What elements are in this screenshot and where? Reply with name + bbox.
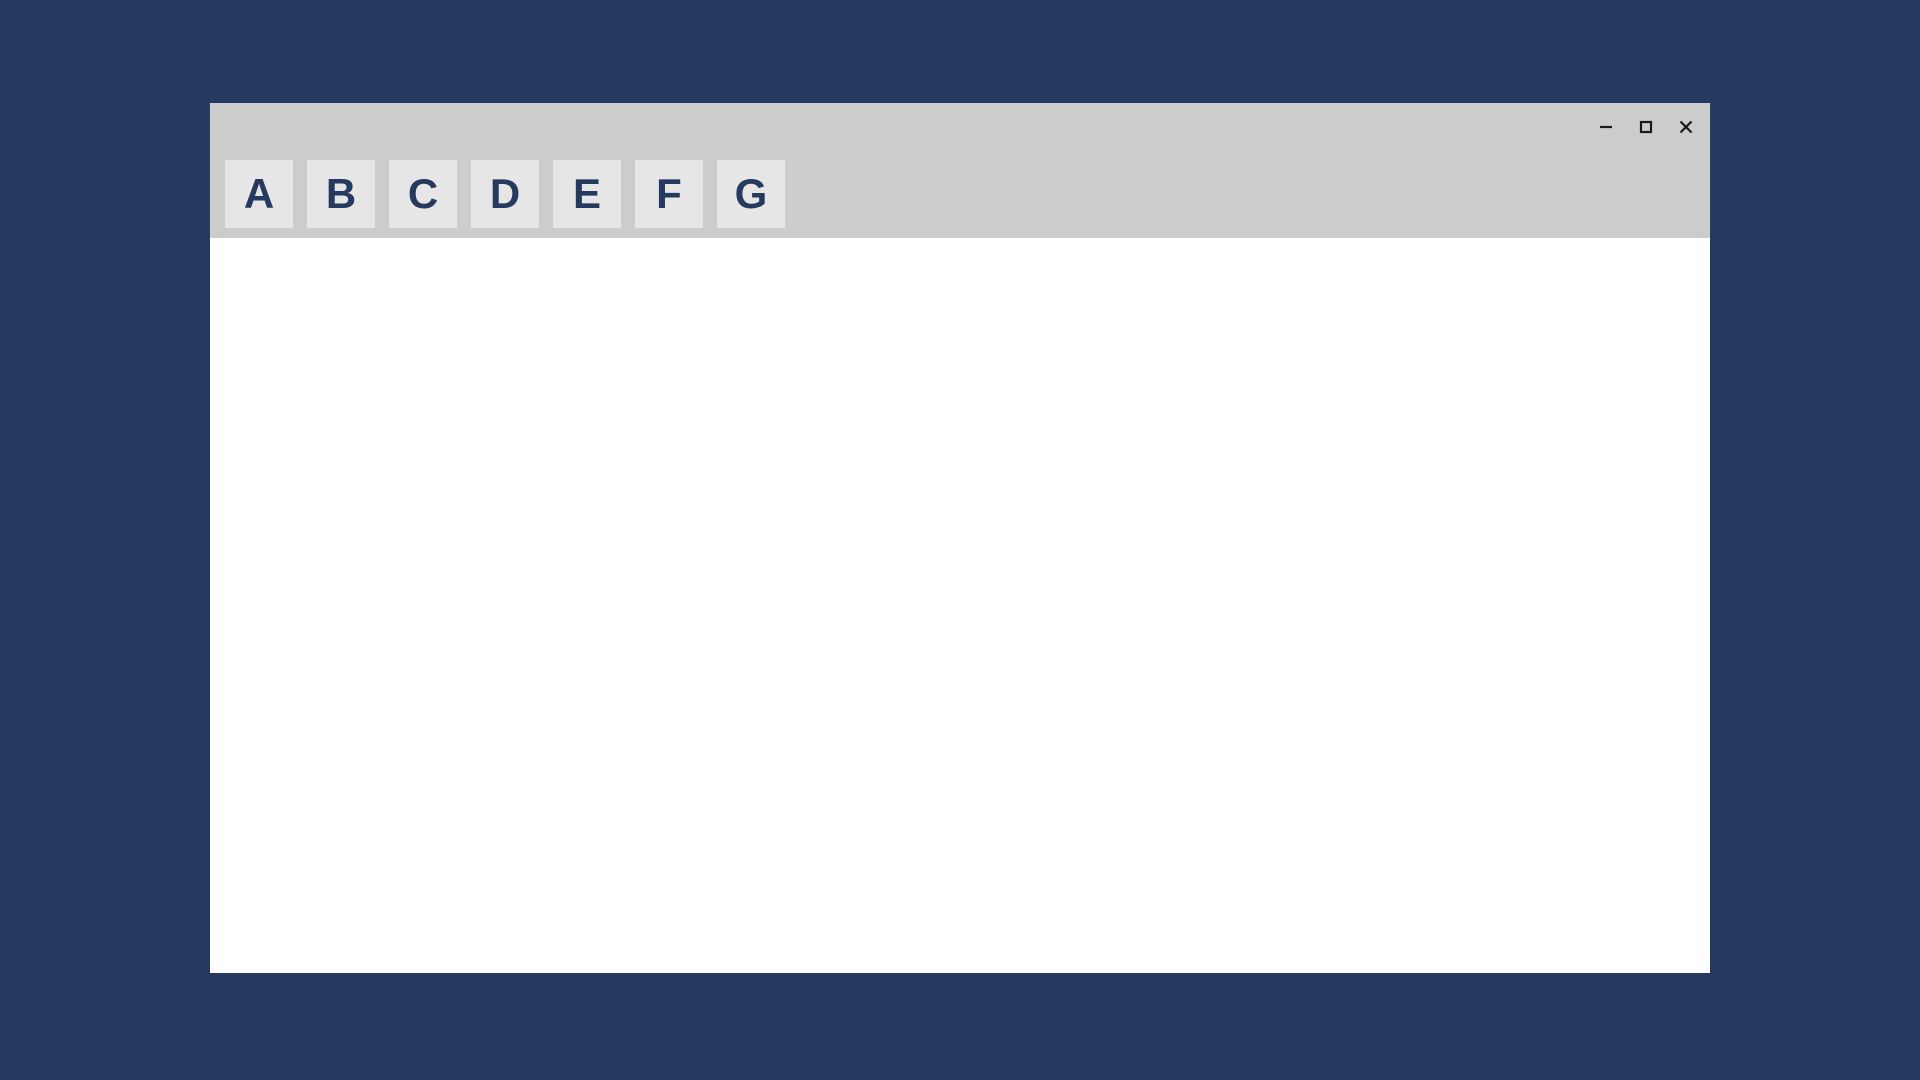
close-icon	[1678, 119, 1694, 135]
titlebar	[210, 103, 1710, 150]
toolbar-button-e[interactable]: E	[553, 160, 621, 228]
content-area	[210, 238, 1710, 973]
toolbar-button-f[interactable]: F	[635, 160, 703, 228]
toolbar: A B C D E F G	[210, 150, 1710, 238]
minimize-button[interactable]	[1590, 111, 1622, 143]
maximize-button[interactable]	[1630, 111, 1662, 143]
minimize-icon	[1598, 119, 1614, 135]
toolbar-button-c[interactable]: C	[389, 160, 457, 228]
close-button[interactable]	[1670, 111, 1702, 143]
toolbar-button-d[interactable]: D	[471, 160, 539, 228]
toolbar-button-g[interactable]: G	[717, 160, 785, 228]
toolbar-button-a[interactable]: A	[225, 160, 293, 228]
application-window: A B C D E F G	[210, 103, 1710, 973]
toolbar-button-b[interactable]: B	[307, 160, 375, 228]
maximize-icon	[1638, 119, 1654, 135]
